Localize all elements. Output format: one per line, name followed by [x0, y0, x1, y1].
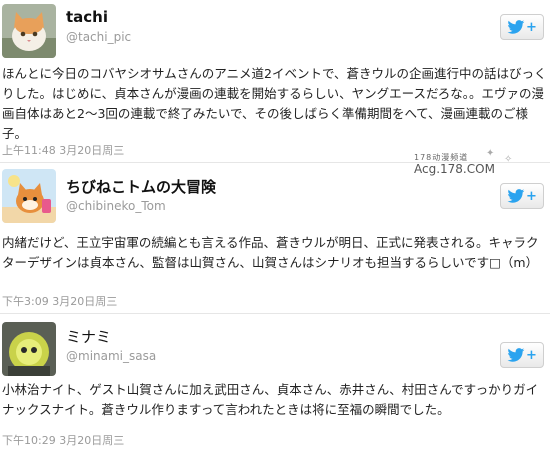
user-handle[interactable]: @tachi_pic	[66, 30, 131, 44]
follow-plus: +	[526, 19, 537, 35]
follow-button[interactable]: +	[500, 14, 544, 40]
follow-plus: +	[526, 347, 537, 363]
follow-button[interactable]: +	[500, 342, 544, 368]
twitter-bird-icon	[507, 189, 525, 203]
avatar[interactable]	[2, 169, 56, 223]
avatar[interactable]	[2, 4, 56, 58]
figure-photo-avatar	[2, 322, 56, 376]
avatar[interactable]	[2, 322, 56, 376]
sparkle-icon: ✧	[504, 154, 513, 165]
cat-photo-avatar	[2, 4, 56, 58]
tweet-text: 内緒だけど、王立宇宙軍の続編とも言える作品、蒼きウルが明日、正式に発表される。キ…	[2, 235, 539, 270]
tweet-card: tachi @tachi_pic + ほんとに今日のコバヤシオサムさんのアニメ道…	[0, 0, 550, 160]
user-name[interactable]: tachi	[66, 8, 108, 26]
follow-button[interactable]: +	[500, 183, 544, 209]
tweet-text: 小林治ナイト、ゲスト山賀さんに加え武田さん、貞本さん、赤井さん、村田さんですっか…	[2, 382, 539, 417]
divider	[0, 162, 550, 163]
cartoon-cat-avatar	[2, 169, 56, 223]
tweet-timestamp[interactable]: 下午10:29 3月20日周三	[2, 432, 124, 448]
user-name[interactable]: ミナミ	[66, 326, 111, 347]
tweet-text: ほんとに今日のコバヤシオサムさんのアニメ道2イベントで、蒼きウルの企画進行中の話…	[2, 66, 547, 141]
follow-plus: +	[526, 188, 537, 204]
twitter-bird-icon	[507, 20, 525, 34]
tweet-card: ちびねこトムの大冒険 @chibineko_Tom + 内緒だけど、王立宇宙軍の…	[0, 165, 550, 315]
sparkle-icon: ✦	[486, 148, 495, 159]
divider	[0, 313, 550, 314]
twitter-bird-icon	[507, 348, 525, 362]
user-handle[interactable]: @minami_sasa	[66, 349, 156, 363]
tweet-timestamp[interactable]: 上午11:48 3月20日周三	[2, 142, 124, 158]
user-name[interactable]: ちびねこトムの大冒険	[66, 176, 216, 197]
tweet-card: ミナミ @minami_sasa + 小林治ナイト、ゲスト山賀さんに加え武田さん…	[0, 316, 550, 456]
tweet-timestamp[interactable]: 下午3:09 3月20日周三	[2, 293, 117, 309]
user-handle[interactable]: @chibineko_Tom	[66, 199, 166, 213]
